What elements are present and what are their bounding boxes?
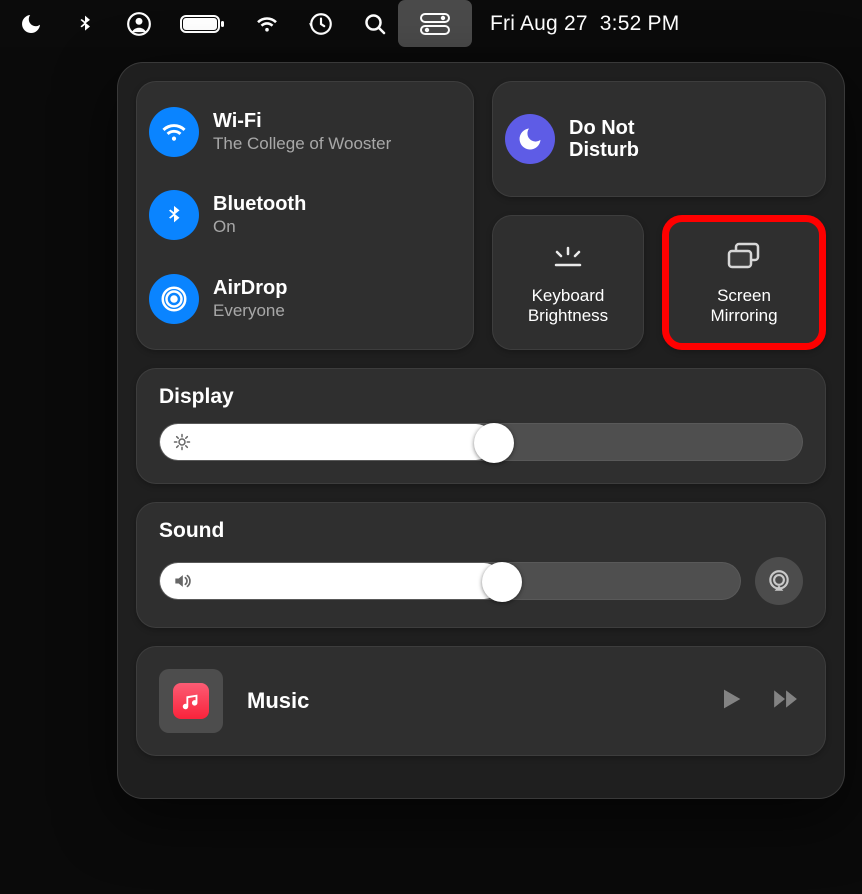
top-row: Wi-Fi The College of Wooster Bluetooth O…	[136, 81, 826, 350]
wifi-text: Wi-Fi The College of Wooster	[213, 110, 391, 154]
screen-mirroring-line-1: Screen	[717, 286, 771, 305]
bluetooth-icon[interactable]	[72, 11, 98, 37]
sound-title: Sound	[159, 519, 803, 543]
right-column: Do Not Disturb Keyboard Brightness	[492, 81, 826, 350]
brightness-icon	[172, 432, 192, 452]
menubar-status-icons	[18, 11, 388, 37]
dnd-line-1: Do Not	[569, 117, 639, 139]
do-not-disturb-card[interactable]: Do Not Disturb	[492, 81, 826, 197]
display-slider[interactable]	[159, 423, 803, 461]
dnd-text: Do Not Disturb	[569, 117, 639, 161]
screen-mirroring-label: Screen Mirroring	[710, 286, 777, 325]
airdrop-row[interactable]: AirDrop Everyone	[149, 268, 455, 330]
screen-mirroring-card[interactable]: Screen Mirroring	[662, 215, 826, 350]
now-playing-card[interactable]: Music	[136, 646, 826, 756]
screen-mirroring-icon	[724, 236, 764, 276]
keyboard-brightness-line-1: Keyboard	[532, 286, 605, 305]
wifi-sublabel: The College of Wooster	[213, 134, 391, 154]
dnd-line-2: Disturb	[569, 139, 639, 161]
connectivity-card: Wi-Fi The College of Wooster Bluetooth O…	[136, 81, 474, 350]
wifi-icon[interactable]	[254, 11, 280, 37]
keyboard-brightness-label: Keyboard Brightness	[528, 286, 608, 325]
bluetooth-sublabel: On	[213, 217, 306, 237]
moon-icon	[505, 114, 555, 164]
music-app-icon	[173, 683, 209, 719]
bluetooth-row[interactable]: Bluetooth On	[149, 184, 455, 246]
battery-icon[interactable]	[180, 11, 226, 37]
display-card: Display	[136, 368, 826, 484]
bluetooth-label: Bluetooth	[213, 193, 306, 215]
volume-icon	[172, 571, 192, 591]
sound-slider[interactable]	[159, 562, 741, 600]
wifi-icon	[149, 107, 199, 157]
menubar-clock[interactable]: Fri Aug 27 3:52 PM	[490, 12, 679, 36]
control-center-panel: Wi-Fi The College of Wooster Bluetooth O…	[117, 62, 845, 799]
sound-card: Sound	[136, 502, 826, 628]
keyboard-brightness-icon	[548, 236, 588, 276]
screen-mirroring-line-2: Mirroring	[710, 306, 777, 325]
display-slider-fill	[160, 424, 494, 460]
keyboard-brightness-line-2: Brightness	[528, 306, 608, 325]
airdrop-label: AirDrop	[213, 277, 287, 299]
time-machine-icon[interactable]	[308, 11, 334, 37]
user-icon[interactable]	[126, 11, 152, 37]
music-artwork	[159, 669, 223, 733]
play-controls	[717, 685, 803, 718]
keyboard-brightness-card[interactable]: Keyboard Brightness	[492, 215, 644, 350]
bluetooth-icon	[149, 190, 199, 240]
airdrop-text: AirDrop Everyone	[213, 277, 287, 321]
wifi-label: Wi-Fi	[213, 110, 391, 132]
sound-slider-thumb[interactable]	[482, 562, 522, 602]
display-title: Display	[159, 385, 803, 409]
airplay-audio-button[interactable]	[755, 557, 803, 605]
sound-slider-fill	[160, 563, 502, 599]
do-not-disturb-icon[interactable]	[18, 11, 44, 37]
small-tiles: Keyboard Brightness Screen Mirroring	[492, 215, 826, 350]
music-title: Music	[247, 688, 693, 714]
display-slider-thumb[interactable]	[474, 423, 514, 463]
search-icon[interactable]	[362, 11, 388, 37]
next-icon[interactable]	[767, 686, 803, 717]
menubar: Fri Aug 27 3:52 PM	[0, 0, 862, 47]
control-center-button[interactable]	[398, 0, 472, 47]
bluetooth-text: Bluetooth On	[213, 193, 306, 237]
wifi-row[interactable]: Wi-Fi The College of Wooster	[149, 101, 455, 163]
airdrop-icon	[149, 274, 199, 324]
airdrop-sublabel: Everyone	[213, 301, 287, 321]
play-icon[interactable]	[717, 685, 745, 718]
